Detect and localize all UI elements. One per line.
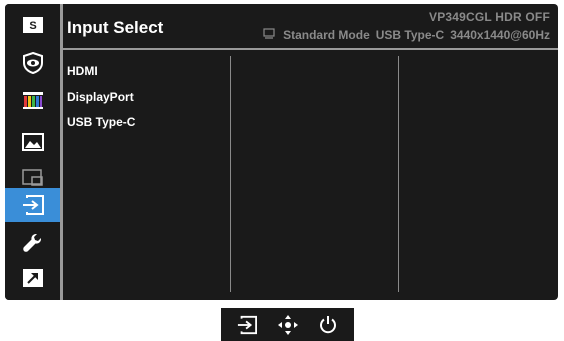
power-button[interactable] bbox=[313, 310, 343, 340]
shortcut-arrow-icon bbox=[22, 269, 43, 287]
sidebar-item-input-select[interactable] bbox=[5, 188, 60, 222]
input-icon bbox=[22, 195, 44, 215]
joystick-icon bbox=[277, 314, 298, 335]
color-bars-icon bbox=[22, 92, 43, 109]
sidebar: S bbox=[5, 4, 60, 300]
status-resolution: 3440x1440@60Hz bbox=[450, 28, 550, 42]
page-title: Input Select bbox=[67, 18, 164, 37]
column-divider-1 bbox=[230, 56, 231, 292]
svg-text:S: S bbox=[29, 20, 36, 32]
sidebar-item-color[interactable] bbox=[5, 83, 60, 117]
model-info: VP349CGL HDR OFF bbox=[428, 10, 550, 24]
column-divider-2 bbox=[398, 56, 399, 292]
sidebar-item-splendid[interactable]: S bbox=[5, 8, 60, 42]
monitor-icon bbox=[263, 28, 275, 42]
pip-icon bbox=[21, 169, 43, 186]
status-row: Standard Mode USB Type-C 3440x1440@60Hz bbox=[263, 28, 550, 42]
sidebar-item-shortcut[interactable] bbox=[5, 261, 60, 295]
sidebar-item-image[interactable] bbox=[5, 125, 60, 159]
input-icon bbox=[237, 315, 257, 334]
joystick-button[interactable] bbox=[273, 310, 303, 340]
landscape-icon bbox=[21, 133, 44, 151]
s-icon: S bbox=[22, 17, 43, 33]
eye-icon bbox=[22, 52, 43, 74]
option-usb-type-c[interactable]: USB Type-C bbox=[67, 115, 135, 129]
header-divider bbox=[63, 48, 558, 50]
sidebar-item-eye-care[interactable] bbox=[5, 46, 60, 80]
wrench-icon bbox=[22, 234, 41, 252]
input-button[interactable] bbox=[232, 310, 262, 340]
option-hdmi[interactable]: HDMI bbox=[67, 64, 98, 78]
status-mode: Standard Mode bbox=[283, 28, 370, 42]
option-displayport[interactable]: DisplayPort bbox=[67, 90, 134, 104]
osd-menu: S Input Select VP349CGL HDR OFF Standard… bbox=[5, 4, 558, 300]
key-guide-bar bbox=[221, 308, 354, 341]
sidebar-item-system-setup[interactable] bbox=[5, 226, 60, 260]
power-icon bbox=[320, 315, 337, 333]
status-input: USB Type-C bbox=[375, 28, 445, 42]
